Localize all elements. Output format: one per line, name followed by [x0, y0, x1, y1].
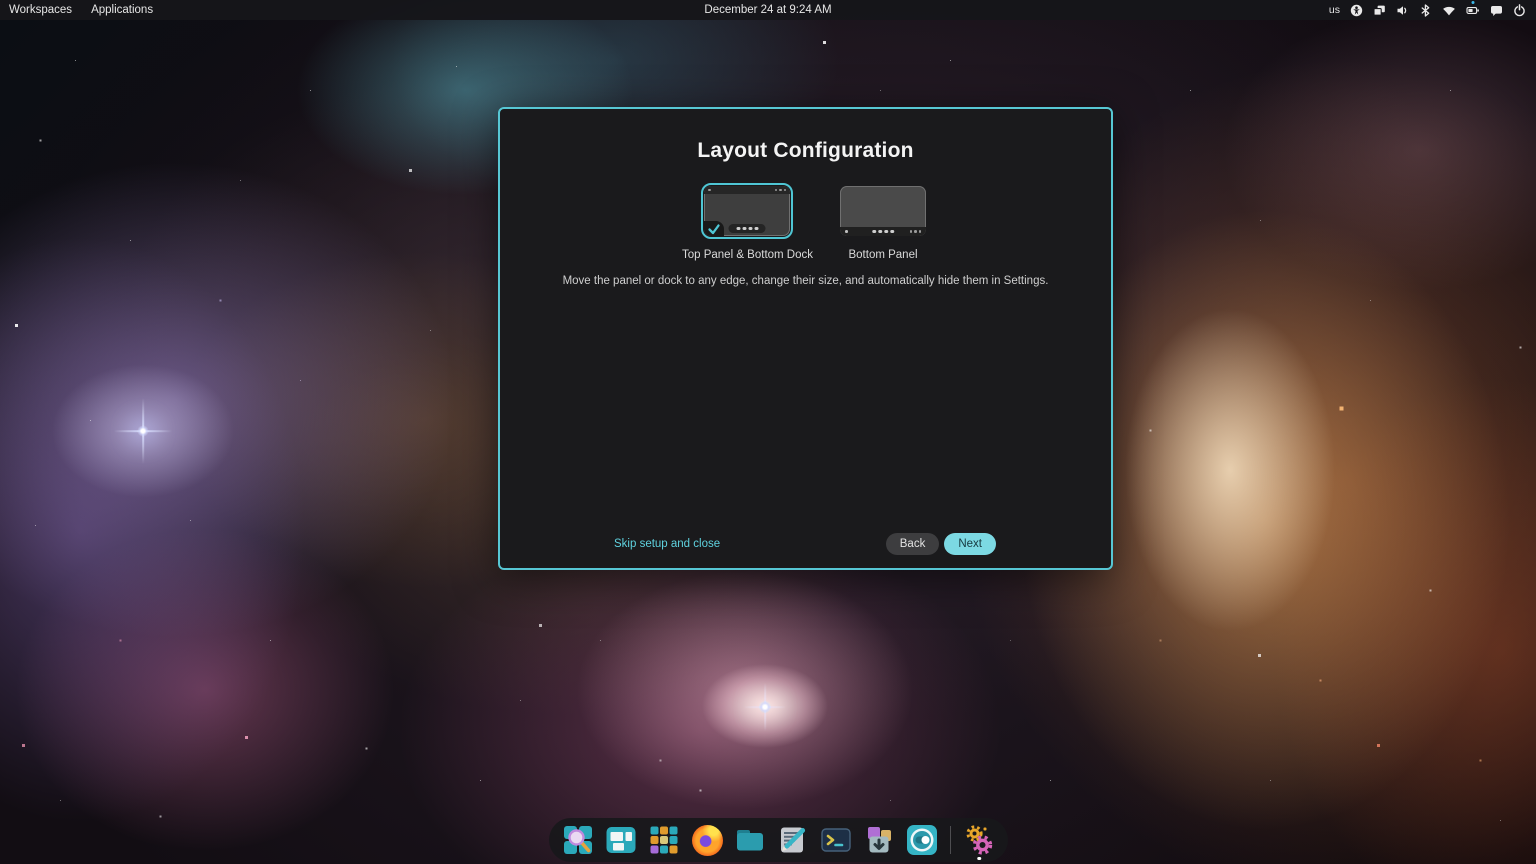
power-icon[interactable] [1513, 3, 1526, 17]
back-button[interactable]: Back [885, 533, 940, 555]
workspaces-menu[interactable]: Workspaces [9, 4, 72, 16]
selected-option-border [701, 183, 794, 239]
clock[interactable]: December 24 at 9:24 AM [704, 4, 831, 16]
option-top-panel-bottom-dock[interactable]: Top Panel & Bottom Dock [682, 183, 813, 261]
running-indicator [977, 856, 981, 860]
chat-icon[interactable] [1490, 4, 1503, 17]
search-overview-icon[interactable] [561, 823, 595, 857]
option-bottom-panel[interactable]: Bottom Panel [837, 183, 929, 261]
battery-icon[interactable] [1466, 0, 1480, 17]
option-label: Bottom Panel [848, 249, 918, 261]
software-installer-icon[interactable] [862, 823, 896, 857]
terminal-icon[interactable] [819, 823, 853, 857]
battery-charging-dot [1471, 0, 1475, 4]
page-title: Layout Configuration [697, 139, 914, 162]
skip-setup-link[interactable]: Skip setup and close [614, 538, 720, 550]
option-label: Top Panel & Bottom Dock [681, 249, 814, 261]
layout-options: Top Panel & Bottom Dock Bottom Panel [500, 183, 1111, 261]
text-editor-icon[interactable] [776, 823, 810, 857]
accessibility-icon[interactable] [1350, 4, 1363, 17]
displays-icon[interactable] [1373, 4, 1386, 17]
next-button[interactable]: Next [944, 533, 996, 555]
layout-thumbnail-top-panel-bottom-dock [704, 186, 791, 236]
wifi-icon[interactable] [1442, 4, 1456, 17]
options-description: Move the panel or dock to any edge, chan… [562, 275, 1049, 287]
top-panel: Workspaces Applications December 24 at 9… [0, 0, 1536, 20]
workspaces-icon[interactable] [604, 823, 638, 857]
app-grid-icon[interactable] [647, 823, 681, 857]
keyboard-layout-indicator[interactable]: us [1329, 4, 1340, 16]
settings-toggles-icon[interactable] [905, 823, 939, 857]
layout-configuration-dialog: Layout Configuration Top Panel & Bottom … [498, 107, 1113, 570]
volume-icon[interactable] [1396, 4, 1409, 17]
bluetooth-icon[interactable] [1419, 3, 1432, 17]
selected-check-icon [704, 221, 725, 236]
applications-menu[interactable]: Applications [91, 4, 153, 16]
layout-thumbnail-bottom-panel [840, 186, 927, 236]
dock-separator [950, 826, 951, 854]
files-icon[interactable] [733, 823, 767, 857]
settings-gears-icon[interactable] [962, 823, 996, 860]
bottom-dock [549, 818, 1008, 862]
firefox-icon[interactable] [690, 823, 724, 857]
